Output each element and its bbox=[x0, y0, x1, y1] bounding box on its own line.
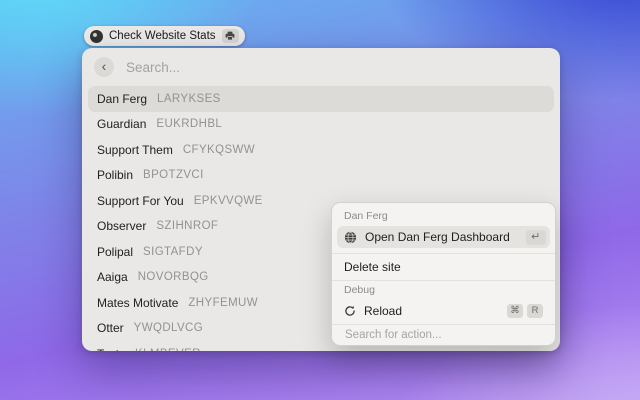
list-item[interactable]: Polibin BPOTZVCI bbox=[88, 163, 554, 189]
list-item[interactable]: Guardian EUKRDHBL bbox=[88, 112, 554, 138]
site-name: Mates Motivate bbox=[97, 296, 178, 310]
action-panel: Dan Ferg Open Dan Ferg Dashboard ↵ bbox=[331, 202, 556, 346]
site-code: YWQDLVCG bbox=[134, 322, 203, 334]
site-name: Aaiga bbox=[97, 270, 128, 284]
action-label: Reload bbox=[364, 304, 402, 318]
site-code: NOVORBQG bbox=[138, 271, 209, 283]
printer-icon bbox=[222, 29, 239, 43]
list-item[interactable]: Dan Ferg LARYKSES bbox=[88, 86, 554, 112]
reload-icon bbox=[344, 305, 356, 317]
back-button[interactable]: ‹ bbox=[94, 57, 114, 77]
site-code: KLMBEVER bbox=[135, 348, 201, 351]
action-list: Dan Ferg Open Dan Ferg Dashboard ↵ bbox=[332, 203, 555, 325]
action-label: Open Dan Ferg Dashboard bbox=[365, 230, 510, 244]
site-code: SIGTAFDY bbox=[143, 246, 203, 258]
site-code: CFYKQSWW bbox=[183, 144, 255, 156]
cmd-key-badge: ⌘ bbox=[507, 304, 523, 318]
site-name: Guardian bbox=[97, 117, 146, 131]
chevron-left-icon: ‹ bbox=[102, 59, 107, 73]
action-open-dashboard[interactable]: Open Dan Ferg Dashboard ↵ bbox=[337, 226, 550, 248]
site-name: Observer bbox=[97, 219, 146, 233]
search-bar: ‹ bbox=[82, 48, 560, 86]
desktop-background: Check Website Stats ‹ Dan Ferg LARYKSES … bbox=[0, 0, 640, 400]
site-name: Dan Ferg bbox=[97, 92, 147, 106]
site-name: Tasty bbox=[97, 347, 125, 351]
site-code: SZIHNROF bbox=[156, 220, 218, 232]
hotkey-pill-label: Check Website Stats bbox=[109, 30, 216, 42]
site-code: EUKRDHBL bbox=[156, 118, 222, 130]
site-code: BPOTZVCI bbox=[143, 169, 204, 181]
site-code: LARYKSES bbox=[157, 93, 221, 105]
hotkey-pill[interactable]: Check Website Stats bbox=[84, 26, 245, 46]
return-key-badge: ↵ bbox=[526, 230, 546, 245]
globe-icon bbox=[344, 231, 357, 244]
site-name: Polibin bbox=[97, 168, 133, 182]
site-name: Polipal bbox=[97, 245, 133, 259]
panel-section-header: Debug bbox=[337, 281, 550, 300]
site-name: Support Them bbox=[97, 143, 173, 157]
action-label: Delete site bbox=[344, 260, 401, 274]
search-input[interactable] bbox=[124, 59, 548, 76]
panel-section-header: Dan Ferg bbox=[337, 207, 550, 226]
site-code: ZHYFEMUW bbox=[188, 297, 258, 309]
r-key-badge: R bbox=[527, 304, 543, 318]
site-code: EPKVVQWE bbox=[194, 195, 263, 207]
app-dot-icon bbox=[90, 30, 103, 43]
action-reload[interactable]: Reload ⌘ R bbox=[337, 300, 550, 322]
site-name: Otter bbox=[97, 321, 124, 335]
action-search-footer bbox=[332, 324, 555, 345]
action-search-input[interactable] bbox=[343, 328, 544, 342]
action-delete-site[interactable]: Delete site bbox=[337, 254, 550, 280]
shortcut-badges: ⌘ R bbox=[507, 304, 543, 318]
site-name: Support For You bbox=[97, 194, 184, 208]
list-item[interactable]: Support Them CFYKQSWW bbox=[88, 137, 554, 163]
